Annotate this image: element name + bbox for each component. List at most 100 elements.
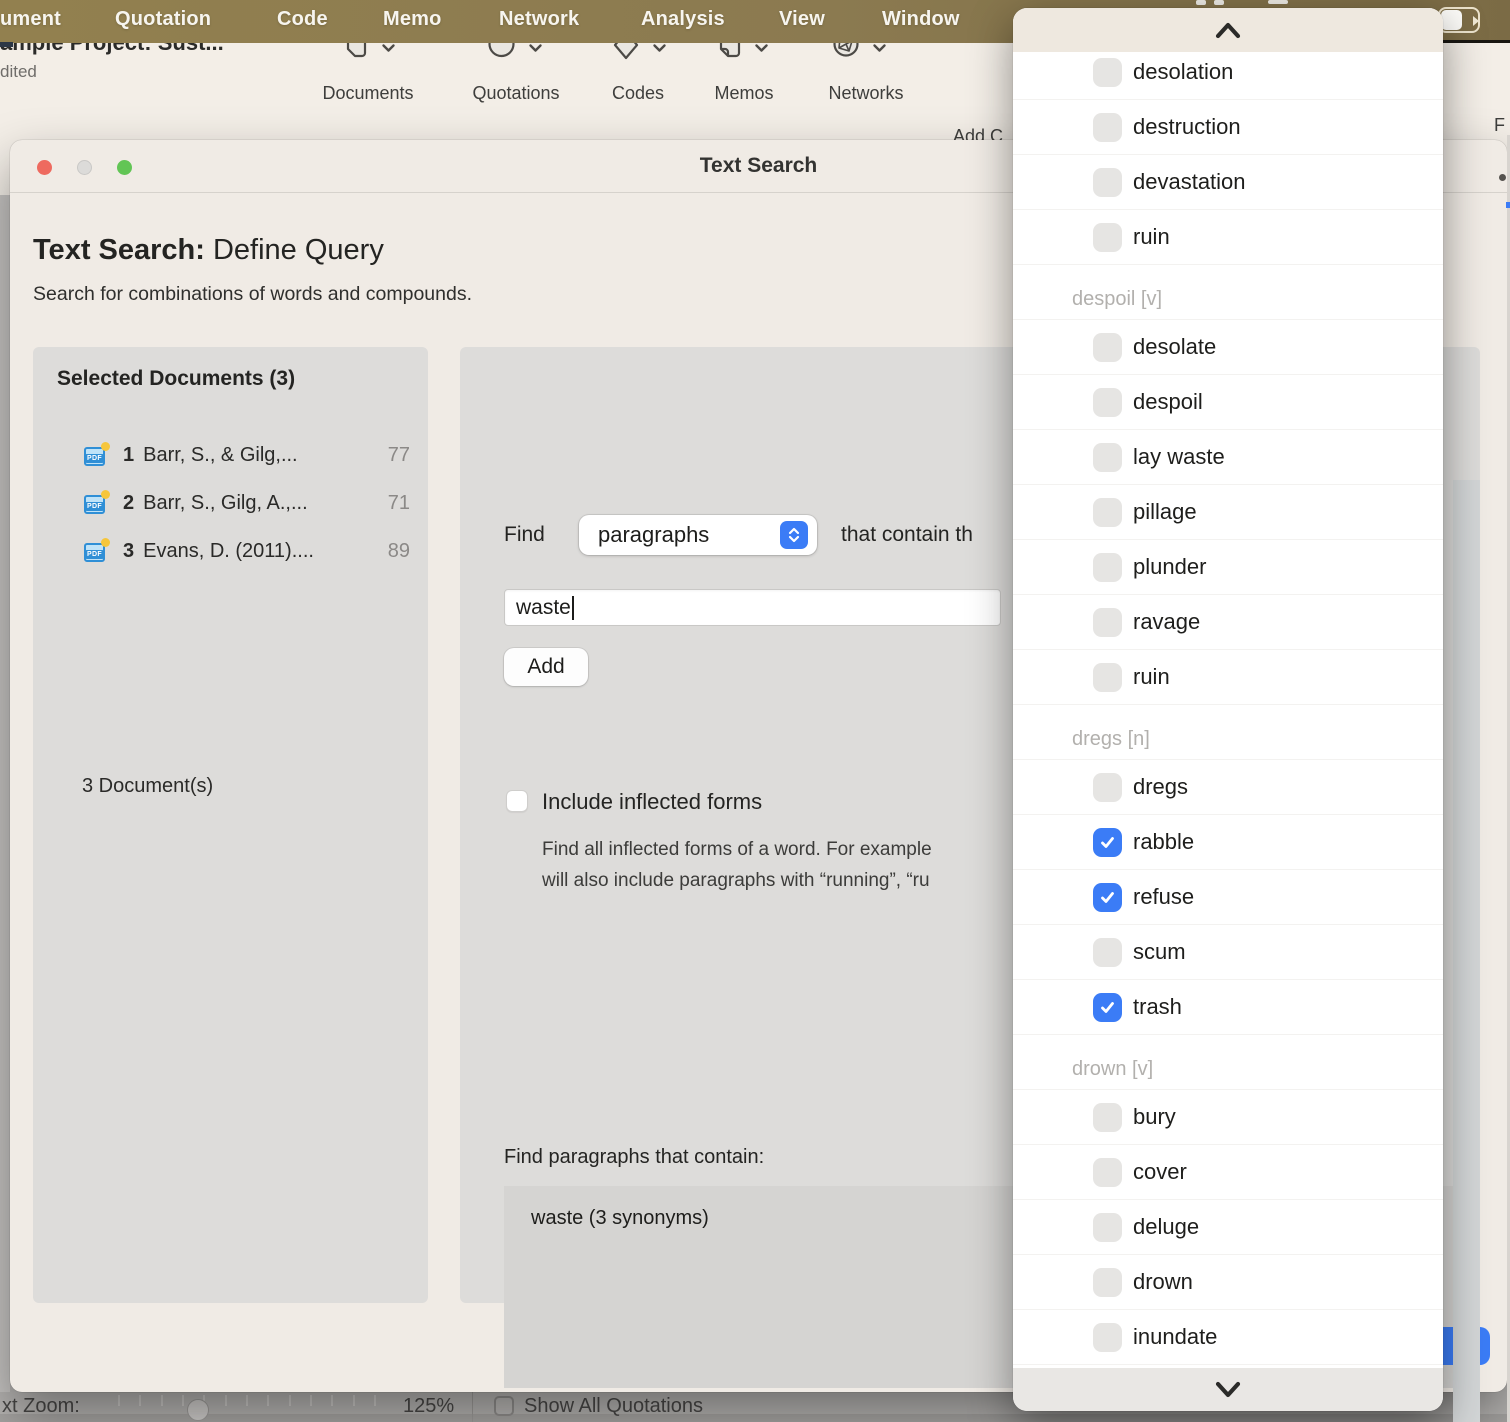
synonym-checkbox[interactable] <box>1093 443 1122 472</box>
synonym-item[interactable]: ravage <box>1013 595 1443 650</box>
toolbar-truncated-label: F <box>1494 115 1505 136</box>
synonym-checkbox[interactable] <box>1093 773 1122 802</box>
slider-tick <box>139 1395 141 1406</box>
synonym-item[interactable]: desolate <box>1013 320 1443 375</box>
synonym-checkbox[interactable] <box>1093 498 1122 527</box>
menu-item-quotation[interactable]: Quotation <box>115 8 211 31</box>
document-quote-count: 77 <box>388 444 410 467</box>
text-zoom-slider-thumb[interactable] <box>187 1399 209 1421</box>
synonym-item[interactable]: scum <box>1013 925 1443 980</box>
synonym-checkbox[interactable] <box>1093 1103 1122 1132</box>
document-name: Barr, S., Gilg, A.,... <box>143 492 308 515</box>
synonym-checkbox[interactable] <box>1093 828 1122 857</box>
synonym-item[interactable]: devastation <box>1013 155 1443 210</box>
synonym-checkbox[interactable] <box>1093 1158 1122 1187</box>
synonym-item[interactable]: drown <box>1013 1255 1443 1310</box>
synonym-checkbox[interactable] <box>1093 1213 1122 1242</box>
synonym-section-header: drown [v] <box>1013 1035 1443 1090</box>
synonym-item[interactable]: plunder <box>1013 540 1443 595</box>
pdf-file-icon <box>84 493 108 514</box>
synonym-section-label: dregs [n] <box>1072 728 1150 751</box>
menu-item-code[interactable]: Code <box>277 8 328 31</box>
synonym-item[interactable]: rabble <box>1013 815 1443 870</box>
synonym-item[interactable]: ruin <box>1013 210 1443 265</box>
synonym-label: cover <box>1133 1159 1187 1185</box>
slider-tick <box>331 1395 333 1406</box>
include-inflected-label: Include inflected forms <box>542 789 762 815</box>
background-glyph-fragment <box>1268 0 1288 4</box>
document-row[interactable]: 3Evans, D. (2011)....89 <box>33 527 428 575</box>
selected-documents-title: Selected Documents (3) <box>57 367 295 391</box>
synonym-item[interactable]: destruction <box>1013 100 1443 155</box>
menu-item-view[interactable]: View <box>779 8 825 31</box>
menu-item-window[interactable]: Window <box>882 8 960 31</box>
synonym-label: ruin <box>1133 664 1170 690</box>
synonym-label: dregs <box>1133 774 1188 800</box>
result-label: Find paragraphs that contain: <box>504 1146 764 1169</box>
document-row[interactable]: 1Barr, S., & Gilg,...77 <box>33 431 428 479</box>
toolbar-group-label[interactable]: Documents <box>322 83 413 104</box>
page-title-rest: Define Query <box>205 234 384 266</box>
toolbar-group-label[interactable]: Networks <box>828 83 903 104</box>
page-subtitle: Search for combinations of words and com… <box>33 283 472 306</box>
synonym-checkbox[interactable] <box>1093 883 1122 912</box>
synonym-checkbox[interactable] <box>1093 223 1122 252</box>
synonym-checkbox[interactable] <box>1093 1268 1122 1297</box>
menu-bar-border <box>1443 40 1510 43</box>
pdf-badge-dot <box>101 442 110 451</box>
document-row[interactable]: 2Barr, S., Gilg, A.,...71 <box>33 479 428 527</box>
scroll-up-zone[interactable] <box>1013 8 1443 52</box>
slider-tick <box>161 1395 163 1406</box>
background-blue-fragment <box>1506 202 1510 208</box>
project-status: dited <box>0 62 37 82</box>
synonym-item[interactable]: dregs <box>1013 760 1443 815</box>
search-input[interactable]: waste <box>504 589 1001 626</box>
synonym-item[interactable]: cover <box>1013 1145 1443 1200</box>
synonym-checkbox[interactable] <box>1093 1323 1122 1352</box>
synonym-checkbox[interactable] <box>1093 608 1122 637</box>
menu-item-network[interactable]: Network <box>499 8 579 31</box>
toolbar-group-label[interactable]: Quotations <box>472 83 559 104</box>
synonym-item[interactable]: refuse <box>1013 870 1443 925</box>
menu-item-analysis[interactable]: Analysis <box>641 8 725 31</box>
synonym-item[interactable]: pillage <box>1013 485 1443 540</box>
menu-item-memo[interactable]: Memo <box>383 8 442 31</box>
synonym-checkbox[interactable] <box>1093 388 1122 417</box>
synonym-label: rabble <box>1133 829 1194 855</box>
text-zoom-value: 125% <box>403 1395 454 1418</box>
synonym-item[interactable]: despoil <box>1013 375 1443 430</box>
synonym-item[interactable]: bury <box>1013 1090 1443 1145</box>
stepper-chevrons-icon[interactable] <box>780 521 808 549</box>
synonym-item[interactable]: desolation <box>1013 45 1443 100</box>
toolbar-group-label[interactable]: Memos <box>714 83 773 104</box>
inflected-help-line1: Find all inflected forms of a word. For … <box>542 839 932 861</box>
add-button[interactable]: Add <box>504 648 588 686</box>
synonym-section-header: dregs [n] <box>1013 705 1443 760</box>
synonym-checkbox[interactable] <box>1093 663 1122 692</box>
document-index: 2 <box>123 492 134 515</box>
scroll-down-zone[interactable] <box>1013 1368 1443 1411</box>
synonym-item[interactable]: lay waste <box>1013 430 1443 485</box>
toolbar-toggle-arrow-icon <box>1473 16 1479 26</box>
synonym-item[interactable]: deluge <box>1013 1200 1443 1255</box>
show-all-quotations-checkbox[interactable] <box>494 1396 514 1416</box>
synonym-checkbox[interactable] <box>1093 168 1122 197</box>
synonym-checkbox[interactable] <box>1093 553 1122 582</box>
synonym-checkbox[interactable] <box>1093 938 1122 967</box>
include-inflected-checkbox[interactable] <box>506 790 528 812</box>
synonym-checkbox[interactable] <box>1093 113 1122 142</box>
synonym-checkbox[interactable] <box>1093 993 1122 1022</box>
menu-item-ument[interactable]: ument <box>0 8 61 31</box>
synonym-item[interactable]: ruin <box>1013 650 1443 705</box>
synonym-item[interactable]: trash <box>1013 980 1443 1035</box>
synonym-checkbox[interactable] <box>1093 333 1122 362</box>
scope-select[interactable]: paragraphs <box>579 515 817 555</box>
slider-tick <box>353 1395 355 1406</box>
synonym-item[interactable]: inundate <box>1013 1310 1443 1365</box>
pdf-file-icon <box>84 445 108 466</box>
result-item[interactable]: waste (3 synonyms) <box>531 1207 709 1230</box>
synonym-checkbox[interactable] <box>1093 58 1122 87</box>
synonym-label: pillage <box>1133 499 1197 525</box>
search-input-value: waste <box>516 596 571 620</box>
toolbar-group-label[interactable]: Codes <box>612 83 664 104</box>
